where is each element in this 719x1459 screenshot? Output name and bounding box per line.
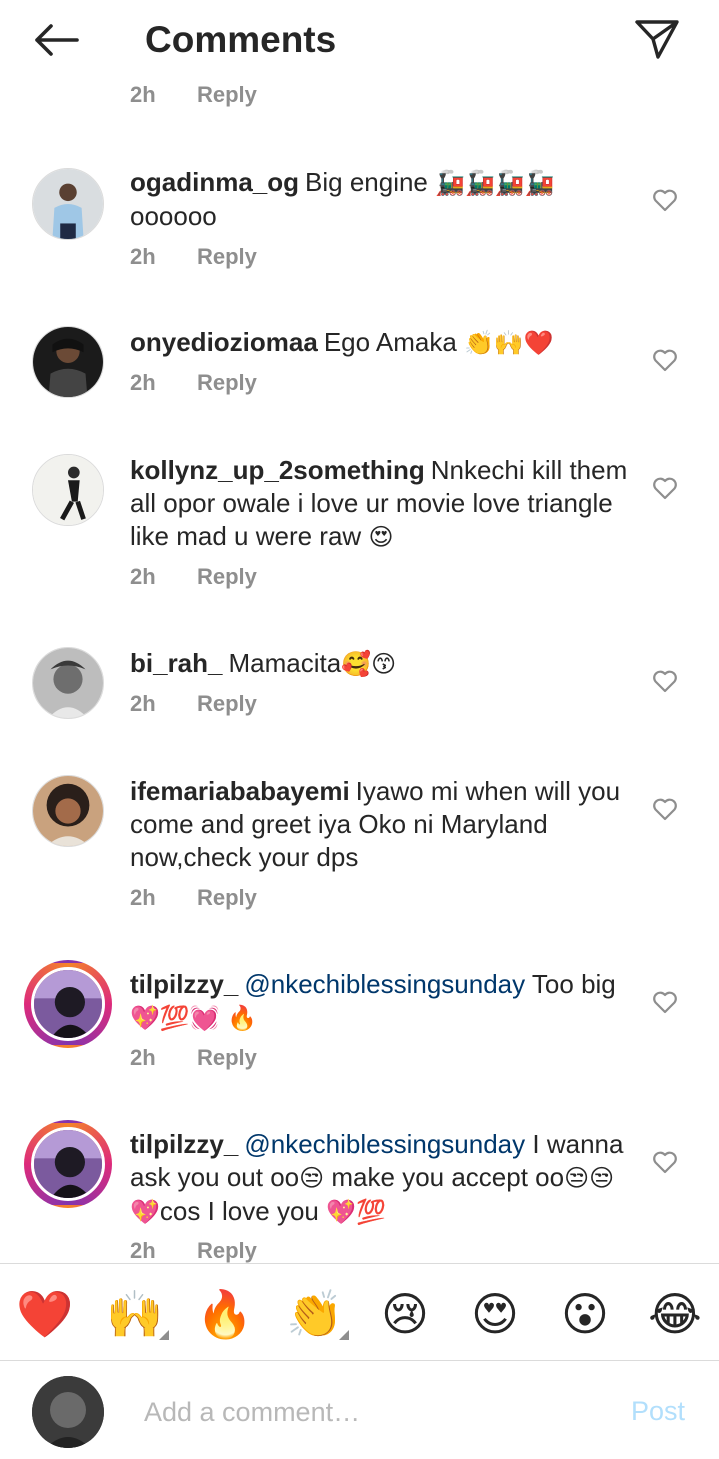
- heart-icon: [653, 349, 677, 372]
- heart-icon: [653, 189, 677, 212]
- comment-meta: 2h Reply: [130, 885, 257, 911]
- comment-text: cos I love you: [159, 1196, 319, 1226]
- like-button[interactable]: [648, 793, 682, 825]
- comment-time: 2h: [130, 244, 156, 269]
- comment-time: 2h: [130, 82, 156, 107]
- heart-icon: [653, 477, 677, 500]
- comment-username[interactable]: bi_rah_: [130, 648, 223, 678]
- share-button[interactable]: [630, 14, 684, 64]
- avatar[interactable]: [32, 454, 104, 526]
- comment-meta: 2h Reply: [130, 244, 257, 270]
- emoji-heart-eyes-button[interactable]: 😍: [465, 1284, 525, 1344]
- back-button[interactable]: [28, 18, 84, 62]
- comment-time: 2h: [130, 370, 156, 395]
- emoji-laughing-button[interactable]: 😂: [645, 1284, 705, 1344]
- reply-button[interactable]: Reply: [197, 82, 257, 108]
- reply-button[interactable]: Reply: [197, 885, 257, 911]
- comment-time: 2h: [130, 691, 156, 716]
- comment-username[interactable]: kollynz_up_2something: [130, 455, 425, 485]
- comment-emoji: 😍: [368, 523, 394, 551]
- clapping-hands-icon: 👏: [286, 1286, 344, 1341]
- skin-tone-indicator-icon: [339, 1330, 349, 1340]
- comment-meta: 2h Reply: [130, 1045, 257, 1071]
- like-button[interactable]: [648, 665, 682, 697]
- emoji-quick-bar: ❤️ 🙌 🔥 👏 😢 😍 😮 😂: [0, 1263, 719, 1361]
- comment-time: 2h: [130, 564, 156, 589]
- avatar[interactable]: [32, 775, 104, 847]
- comment-emoji: 👏🙌❤️: [464, 329, 554, 357]
- emoji-fire-button[interactable]: 🔥: [195, 1284, 255, 1344]
- reply-button[interactable]: Reply: [197, 370, 257, 396]
- comment-meta-partial: 2h Reply: [130, 82, 257, 108]
- page-title: Comments: [145, 19, 337, 60]
- reply-button[interactable]: Reply: [197, 1045, 257, 1071]
- like-button[interactable]: [648, 184, 682, 216]
- comment-list[interactable]: 2h Reply ogadinma_og Big engine 🚂🚂🚂🚂 oooo…: [0, 80, 719, 1263]
- comment-text: oooooo: [130, 201, 217, 231]
- like-button[interactable]: [648, 344, 682, 376]
- comment-username[interactable]: onyedioziomaa: [130, 327, 318, 357]
- reply-button[interactable]: Reply: [197, 1238, 257, 1263]
- raised-hands-icon: 🙌: [106, 1286, 164, 1341]
- reply-button[interactable]: Reply: [197, 564, 257, 590]
- comment-meta: 2h Reply: [130, 1238, 257, 1263]
- emoji-heart-button[interactable]: ❤️: [15, 1284, 75, 1344]
- emoji-raised-hands-button[interactable]: 🙌: [105, 1284, 169, 1344]
- comment-text: Too big: [531, 969, 616, 999]
- skin-tone-indicator-icon: [159, 1330, 169, 1340]
- comment-emoji: 💖💯💓 🔥: [130, 1004, 258, 1032]
- paper-plane-icon: [635, 20, 679, 59]
- reply-button[interactable]: Reply: [197, 244, 257, 270]
- like-button[interactable]: [648, 986, 682, 1018]
- comment-meta: 2h Reply: [130, 691, 257, 717]
- heart-icon: [653, 1151, 677, 1174]
- comment-time: 2h: [130, 1045, 156, 1070]
- comment-input[interactable]: [144, 1390, 604, 1434]
- avatar[interactable]: [32, 647, 104, 719]
- comment-emoji: 🚂🚂🚂🚂: [435, 169, 555, 197]
- comment-emoji: 🥰😙: [341, 650, 397, 678]
- like-button[interactable]: [648, 1146, 682, 1178]
- comment-text: make you accept oo: [331, 1162, 565, 1192]
- current-user-avatar: [32, 1376, 104, 1448]
- mention-link[interactable]: @nkechiblessingsunday: [244, 969, 525, 999]
- comment-composer: Post: [0, 1362, 719, 1459]
- avatar[interactable]: [32, 168, 104, 240]
- comment-time: 2h: [130, 885, 156, 910]
- heart-icon: [653, 798, 677, 821]
- mention-link[interactable]: @nkechiblessingsunday: [244, 1129, 525, 1159]
- comment-meta: 2h Reply: [130, 370, 257, 396]
- avatar-story-ring[interactable]: [24, 960, 112, 1048]
- comment-username[interactable]: ifemariababayemi: [130, 776, 350, 806]
- like-button[interactable]: [648, 472, 682, 504]
- comment-username[interactable]: tilpilzzy_: [130, 969, 238, 999]
- post-button[interactable]: Post: [631, 1396, 685, 1427]
- reply-button[interactable]: Reply: [197, 691, 257, 717]
- arrow-left-icon: [35, 24, 79, 56]
- avatar[interactable]: [32, 326, 104, 398]
- comment-username[interactable]: tilpilzzy_: [130, 1129, 238, 1159]
- comment-text: Mamacita: [228, 648, 342, 678]
- emoji-wow-button[interactable]: 😮: [555, 1284, 615, 1344]
- comment-emoji: 💖💯: [326, 1198, 386, 1226]
- header-bar: Comments: [0, 0, 719, 80]
- comment-text: Big engine: [305, 167, 428, 197]
- comment-meta: 2h Reply: [130, 564, 257, 590]
- avatar-story-ring[interactable]: [24, 1120, 112, 1208]
- comment-text: Ego Amaka: [323, 327, 457, 357]
- comment-emoji: 😒: [299, 1164, 325, 1192]
- emoji-crying-button[interactable]: 😢: [375, 1284, 435, 1344]
- comment-username[interactable]: ogadinma_og: [130, 167, 299, 197]
- heart-icon: [653, 991, 677, 1014]
- heart-icon: [653, 670, 677, 693]
- emoji-clap-button[interactable]: 👏: [285, 1284, 349, 1344]
- comment-time: 2h: [130, 1238, 156, 1263]
